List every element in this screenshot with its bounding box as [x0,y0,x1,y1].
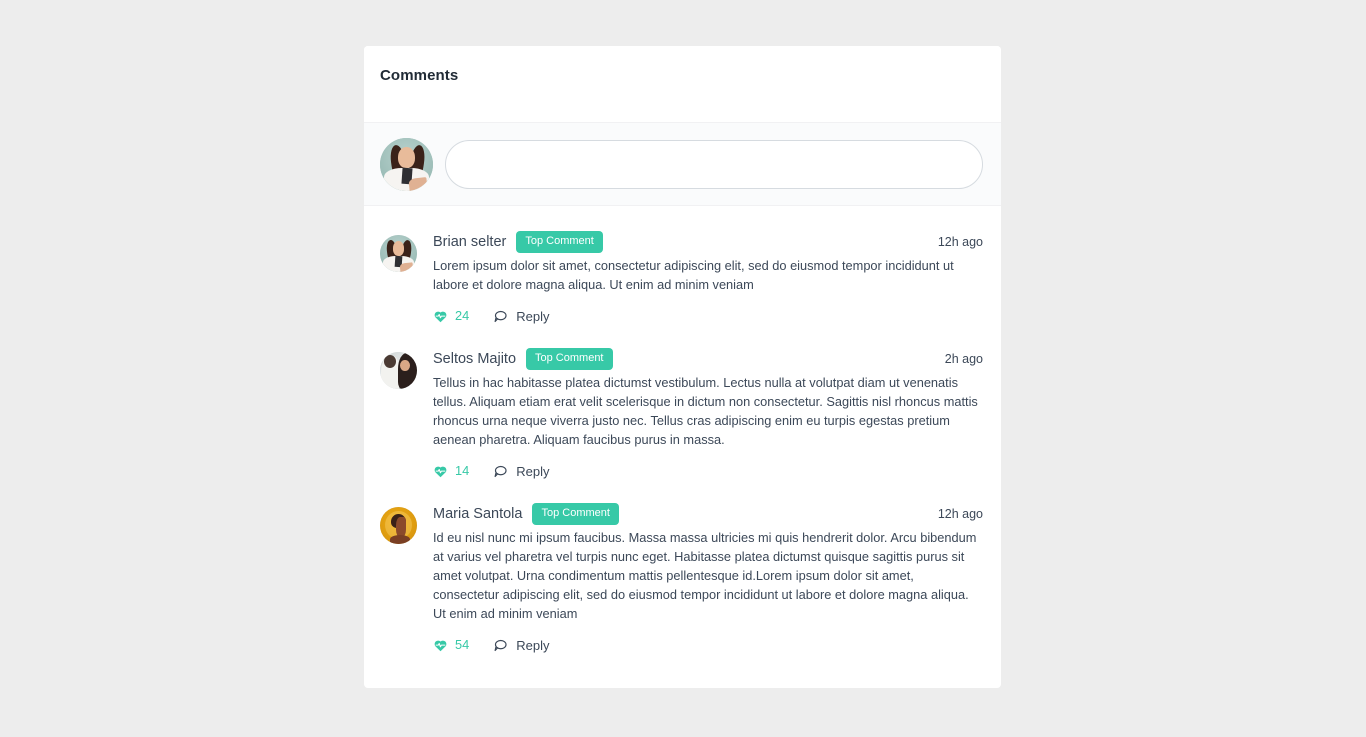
status-badge: Top Comment [526,348,613,370]
comment-text: Lorem ipsum dolor sit amet, consectetur … [433,258,954,292]
comment-timestamp: 2h ago [944,352,983,366]
avatar [380,235,417,272]
speech-bubble-icon [494,639,507,651]
page-title: Comments [380,67,459,84]
heart-pulse-icon [434,640,447,651]
comment-actions: 24 Reply [433,307,983,325]
reply-label: Reply [516,637,550,653]
comment-header: Seltos Majito Top Comment 2h ago [433,348,983,370]
status-badge: Top Comment [516,231,603,253]
avatar [380,507,417,544]
heart-pulse-icon [434,311,447,322]
comment-text: Id eu nisl nunc mi ipsum faucibus. Massa… [433,530,977,621]
like-count: 14 [455,462,470,478]
like-count: 54 [455,636,470,652]
comment-list: Brian selter Top Comment 12h ago Lorem i… [364,206,1001,664]
comment-actions: 14 Reply [433,462,983,480]
comment-composer [364,123,1001,206]
comment-header: Maria Santola Top Comment 12h ago [433,503,983,525]
card-header: Comments [364,46,1001,123]
comment-author: Seltos Majito [433,351,517,367]
like-button[interactable]: 14 [433,464,469,479]
heart-pulse-icon [434,466,447,477]
reply-label: Reply [516,463,550,479]
comment-timestamp: 12h ago [937,235,983,249]
comment-body: Maria Santola Top Comment 12h ago Id eu … [433,503,983,654]
reply-button[interactable]: Reply [493,638,549,653]
like-button[interactable]: 54 [433,638,469,653]
like-button[interactable]: 24 [433,309,469,324]
reply-button[interactable]: Reply [493,464,549,479]
speech-bubble-icon [494,465,507,477]
comment-input[interactable] [445,139,983,189]
comment-actions: 54 Reply [433,636,983,654]
reply-label: Reply [516,308,550,324]
status-badge: Top Comment [532,503,619,525]
like-count: 24 [455,307,470,323]
comments-card: Comments Brian selter Top Comment 12h ag… [364,46,1001,688]
reply-button[interactable]: Reply [493,309,549,324]
comment-body: Brian selter Top Comment 12h ago Lorem i… [433,231,983,325]
list-item: Seltos Majito Top Comment 2h ago Tellus … [380,335,983,490]
comment-timestamp: 12h ago [937,507,983,521]
list-item: Maria Santola Top Comment 12h ago Id eu … [380,490,983,664]
comment-author: Maria Santola [433,506,523,522]
avatar [380,352,417,389]
list-item: Brian selter Top Comment 12h ago Lorem i… [380,218,983,335]
comment-author: Brian selter [433,234,507,250]
comment-text: Tellus in hac habitasse platea dictumst … [433,375,978,447]
comment-body: Seltos Majito Top Comment 2h ago Tellus … [433,348,983,480]
speech-bubble-icon [494,310,507,322]
current-user-avatar [380,137,433,191]
comment-header: Brian selter Top Comment 12h ago [433,231,983,253]
